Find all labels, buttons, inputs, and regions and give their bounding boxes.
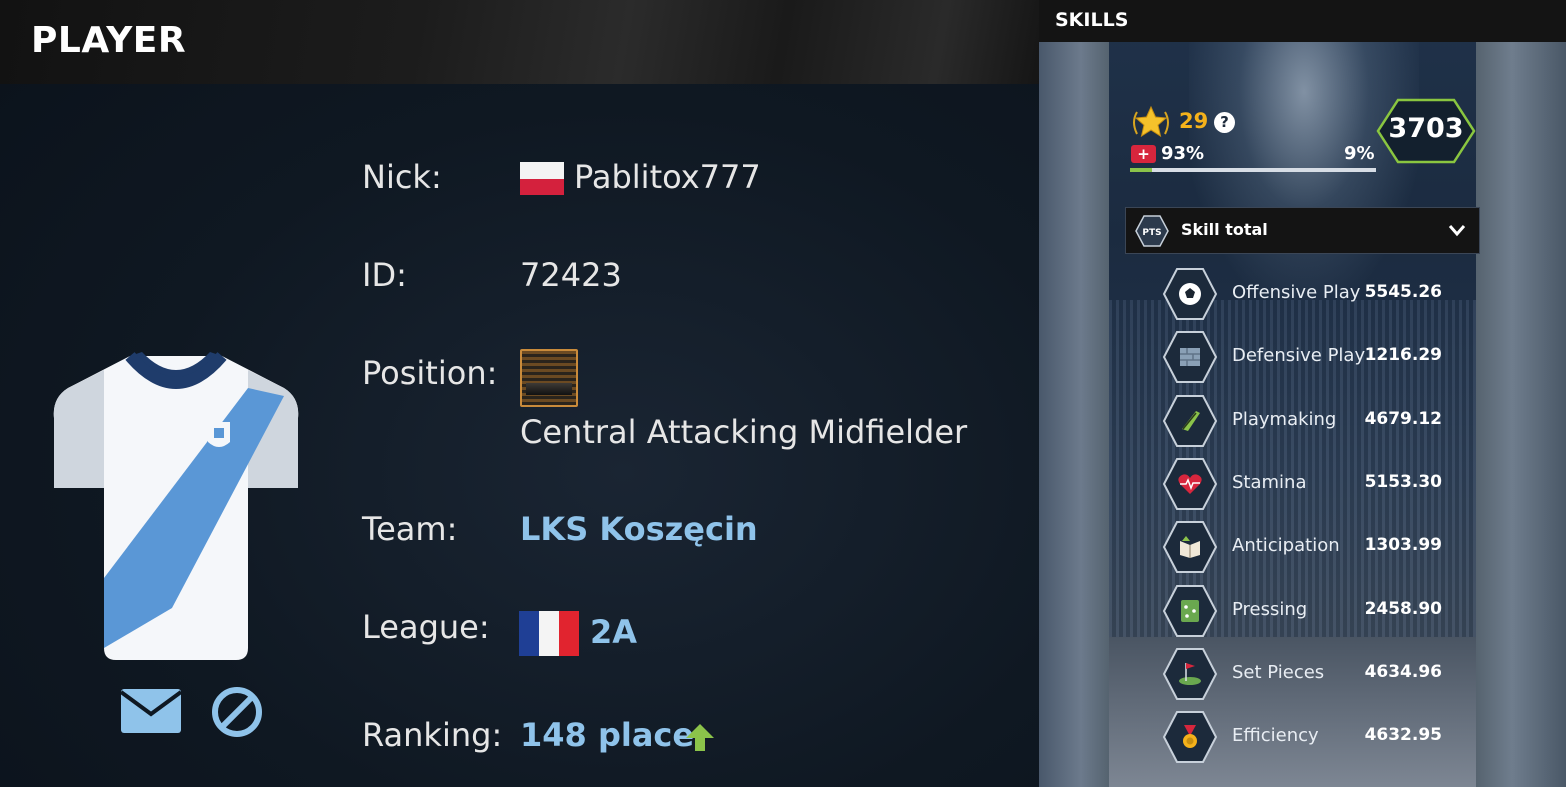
skill-row[interactable]: Defensive Play 1216.29	[1162, 329, 1452, 385]
skill-name: Defensive Play	[1232, 345, 1366, 367]
skill-row[interactable]: Pressing 2458.90	[1162, 583, 1452, 639]
ranking-link[interactable]: 148 place	[520, 716, 694, 754]
team-link[interactable]: LKS Koszęcin	[520, 510, 758, 548]
ranking-label: Ranking:	[362, 716, 503, 754]
skill-value: 4632.95	[1364, 725, 1442, 746]
xp-percent: 9%	[1344, 143, 1375, 164]
id-value: 72423	[520, 256, 622, 294]
chevron-down-icon	[1448, 225, 1466, 237]
heart-pulse-icon	[1162, 457, 1218, 510]
skill-row[interactable]: Anticipation 1303.99	[1162, 519, 1452, 575]
skill-row[interactable]: Efficiency 4632.95	[1162, 709, 1452, 765]
football-icon	[1162, 268, 1218, 320]
position-label: Position:	[362, 354, 498, 392]
health-icon: +	[1131, 145, 1156, 163]
skill-value: 4679.12	[1364, 408, 1442, 429]
skill-select-label: Skill total	[1181, 220, 1268, 239]
skill-row[interactable]: Stamina 5153.30	[1162, 456, 1452, 512]
jersey-icon	[53, 352, 299, 660]
app-root: PLAYER Nick: Pablitox777 ID: 72423 Posit…	[0, 0, 1566, 787]
health-percent: 93%	[1161, 143, 1205, 164]
skill-row[interactable]: Set Pieces 4634.96	[1162, 646, 1452, 702]
xp-progress-fill	[1130, 168, 1153, 172]
skill-value: 1303.99	[1364, 535, 1442, 556]
skill-value: 5153.30	[1364, 471, 1442, 492]
skill-value: 2458.90	[1364, 598, 1442, 619]
skill-name: Set Pieces	[1232, 661, 1325, 683]
xp-progress-bar	[1130, 168, 1376, 172]
level-value: 29	[1179, 109, 1209, 133]
arrow-up-icon	[686, 724, 714, 751]
player-title: PLAYER	[31, 20, 187, 61]
skill-total-value: 3703	[1388, 113, 1464, 144]
nick-value: Pablitox777	[574, 158, 761, 196]
skill-value: 5545.26	[1364, 282, 1442, 302]
tactics-board-icon	[1162, 584, 1218, 637]
skill-name: Playmaking	[1232, 408, 1337, 430]
league-link[interactable]: 2A	[590, 613, 637, 651]
mail-icon[interactable]	[120, 688, 182, 734]
svg-text:PTS: PTS	[1142, 228, 1161, 238]
wall-icon	[1162, 331, 1218, 384]
france-flag-icon	[519, 611, 579, 656]
medal-icon	[1162, 711, 1218, 764]
skill-value: 1216.29	[1364, 345, 1442, 366]
skill-name: Stamina	[1232, 471, 1307, 493]
skill-select-dropdown[interactable]: PTS Skill total	[1125, 207, 1480, 254]
team-label: Team:	[362, 510, 458, 548]
star-icon	[1133, 105, 1169, 138]
block-icon[interactable]	[211, 686, 263, 738]
tunnel-wall-left	[1039, 40, 1109, 787]
skill-row[interactable]: Offensive Play 5545.26	[1162, 266, 1452, 322]
position-value: Central Attacking Midfielder	[520, 413, 968, 451]
nick-label: Nick:	[362, 158, 442, 196]
poland-flag-icon	[520, 162, 564, 195]
corner-flag-icon	[1162, 647, 1218, 700]
player-header: PLAYER	[0, 0, 1039, 84]
skill-row[interactable]: Playmaking 4679.12	[1162, 393, 1452, 449]
pts-icon: PTS	[1135, 215, 1169, 247]
player-panel: PLAYER Nick: Pablitox777 ID: 72423 Posit…	[0, 0, 1039, 787]
position-card-icon	[520, 349, 578, 407]
skill-name: Pressing	[1232, 598, 1308, 620]
help-icon[interactable]: ?	[1214, 112, 1235, 133]
id-label: ID:	[362, 256, 407, 294]
league-label: League:	[362, 608, 490, 646]
skills-title: SKILLS	[1055, 9, 1129, 31]
skill-value: 4634.96	[1364, 661, 1442, 682]
skill-name: Offensive Play	[1232, 282, 1361, 303]
book-icon	[1162, 521, 1218, 574]
boot-icon	[1162, 394, 1218, 447]
skills-header: SKILLS	[1039, 0, 1566, 42]
tunnel-wall-right	[1476, 40, 1566, 787]
skill-name: Efficiency	[1232, 725, 1319, 747]
skill-name: Anticipation	[1232, 535, 1340, 557]
